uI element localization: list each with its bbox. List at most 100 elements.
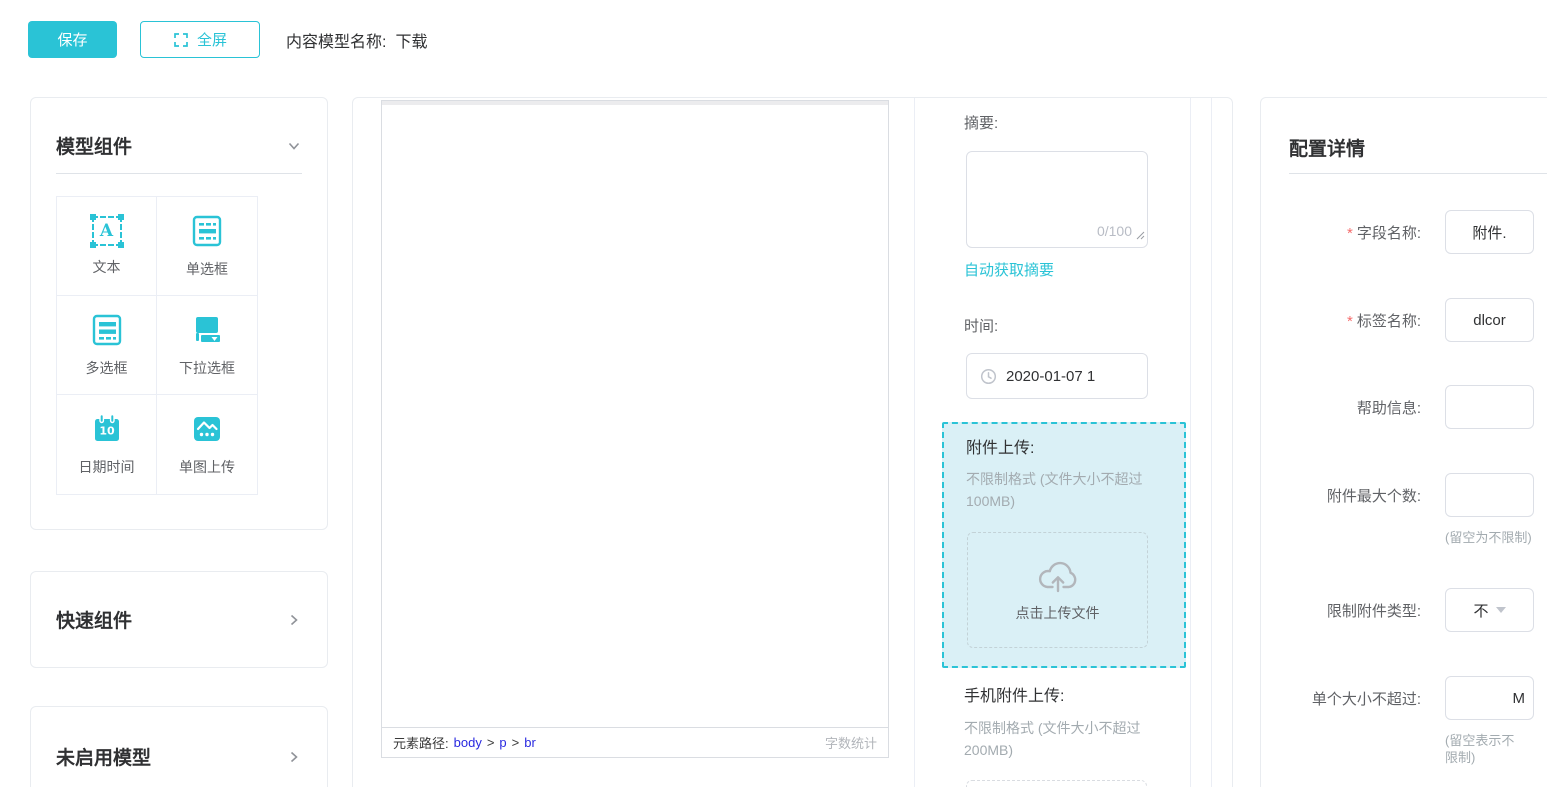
word-count-button[interactable]: 字数统计 xyxy=(825,733,877,752)
clock-icon xyxy=(980,368,997,384)
divider xyxy=(914,98,915,787)
upload-button-text: 点击上传文件 xyxy=(1015,604,1100,621)
attachment-upload-hint: 不限制格式 (文件大小不超过100MB) xyxy=(966,471,1143,509)
model-canvas-panel: 元素路径: body > p > br 字数统计 摘要: 0/100 自动获取摘 xyxy=(352,97,1233,787)
field-name-input[interactable] xyxy=(1445,210,1534,254)
disabled-models-panel[interactable]: 未启用模型 xyxy=(30,706,328,787)
component-item-datetime[interactable]: 10 日期时间 xyxy=(57,395,157,494)
attachment-upload-field-selected[interactable]: 附件上传: 不限制格式 (文件大小不超过100MB) 点击上传文件 xyxy=(942,422,1186,668)
chevron-right-icon[interactable] xyxy=(286,749,302,765)
component-item-checkbox[interactable]: 多选框 xyxy=(57,296,157,395)
disabled-models-title: 未启用模型 xyxy=(56,748,152,769)
tag-name-input[interactable] xyxy=(1445,298,1534,342)
quick-components-panel[interactable]: 快速组件 xyxy=(30,571,328,668)
fullscreen-button[interactable]: 全屏 xyxy=(140,21,260,58)
divider xyxy=(1289,173,1547,174)
summary-field: 0/100 xyxy=(966,151,1148,248)
fullscreen-icon xyxy=(173,32,189,48)
max-attachments-input[interactable] xyxy=(1445,473,1534,517)
radio-group-icon xyxy=(190,214,224,248)
element-path-label: 元素路径: xyxy=(393,736,449,751)
summary-textarea[interactable] xyxy=(966,151,1148,248)
time-label: 时间: xyxy=(964,318,999,335)
path-separator: > xyxy=(511,735,520,750)
mobile-attachment-label: 手机附件上传: xyxy=(964,688,1065,705)
attachment-upload-label: 附件上传: xyxy=(966,440,1035,457)
content-model-editor-page: 保存 全屏 内容模型名称: 下载 模型组件 A 文本 单选框 多选框 下拉选框 … xyxy=(0,0,1547,787)
path-separator: > xyxy=(486,735,495,750)
component-label: 日期时间 xyxy=(78,459,135,475)
text-icon: A xyxy=(89,213,124,248)
model-name: 内容模型名称: 下载 xyxy=(286,28,427,52)
model-name-label: 内容模型名称: xyxy=(286,33,387,51)
attachment-type-select[interactable]: 不 xyxy=(1445,588,1534,632)
mobile-attachment-hint: 不限制格式 (文件大小不超过200MB) xyxy=(964,720,1141,758)
config-row-tag-name: * 标签名称: xyxy=(1261,298,1534,342)
rich-text-editor: 元素路径: body > p > br 字数统计 xyxy=(381,100,889,758)
model-components-title: 模型组件 xyxy=(56,137,133,158)
element-path-body-link[interactable]: body xyxy=(454,735,482,750)
chevron-right-icon[interactable] xyxy=(286,612,302,628)
editor-status-bar: 元素路径: body > p > br 字数统计 xyxy=(382,727,888,757)
field-name-label: * 字段名称: xyxy=(1346,224,1421,242)
model-components-header[interactable]: 模型组件 xyxy=(56,132,302,159)
component-label: 文本 xyxy=(92,258,121,275)
component-item-dropdown[interactable]: 下拉选框 xyxy=(157,296,257,395)
max-attachments-label: 附件最大个数: xyxy=(1326,487,1421,505)
model-name-value: 下载 xyxy=(395,33,428,51)
max-size-input[interactable] xyxy=(1445,676,1534,720)
image-upload-icon xyxy=(190,412,224,446)
component-grid: A 文本 单选框 多选框 下拉选框 10 日期时间 单图上传 xyxy=(56,196,258,495)
config-row-max-attachments: 附件最大个数: xyxy=(1261,473,1534,517)
component-item-radio[interactable]: 单选框 xyxy=(157,197,257,296)
element-path-p-link[interactable]: p xyxy=(499,735,506,750)
divider xyxy=(1190,98,1191,787)
config-title: 配置详情 xyxy=(1289,139,1366,160)
config-row-attachment-type: 限制附件类型: 不 xyxy=(1261,588,1534,632)
attachment-type-label: 限制附件类型: xyxy=(1326,602,1421,620)
toolbar: 保存 全屏 内容模型名称: 下载 xyxy=(28,21,427,58)
config-row-field-name: * 字段名称: xyxy=(1261,210,1534,254)
quick-components-title: 快速组件 xyxy=(56,611,133,632)
tag-name-label: * 标签名称: xyxy=(1346,312,1421,330)
component-item-image-upload[interactable]: 单图上传 xyxy=(157,395,257,494)
config-row-max-size: 单个大小不超过: xyxy=(1261,676,1534,720)
editor-content-area[interactable] xyxy=(382,105,888,727)
component-label: 多选框 xyxy=(85,359,128,376)
max-size-hint: (留空表示不限制) xyxy=(1445,733,1515,765)
auto-summary-link[interactable]: 自动获取摘要 xyxy=(964,259,1054,280)
help-info-label: 帮助信息: xyxy=(1356,399,1421,417)
checkbox-group-icon xyxy=(90,313,124,347)
dropdown-select-icon xyxy=(190,313,224,347)
time-value: 2020-01-07 1 xyxy=(1006,367,1096,385)
max-attachments-hint: (留空为不限制) xyxy=(1445,530,1532,545)
divider xyxy=(56,173,302,174)
component-label: 单图上传 xyxy=(179,459,235,475)
component-item-text[interactable]: A 文本 xyxy=(57,197,157,296)
config-row-help-info: 帮助信息: xyxy=(1261,385,1534,429)
resize-handle-icon[interactable] xyxy=(1136,227,1145,245)
fullscreen-label: 全屏 xyxy=(196,32,227,49)
help-info-input[interactable] xyxy=(1445,385,1534,429)
attachment-type-value: 不 xyxy=(1473,602,1489,620)
divider xyxy=(1211,98,1212,787)
caret-down-icon xyxy=(1495,607,1506,613)
element-path: 元素路径: body > p > br xyxy=(393,733,536,752)
model-components-panel: 模型组件 A 文本 单选框 多选框 下拉选框 10 日期时间 单图上传 xyxy=(30,97,328,530)
save-button[interactable]: 保存 xyxy=(28,21,117,58)
component-label: 下拉选框 xyxy=(179,359,235,376)
required-marker: * xyxy=(1346,224,1353,242)
svg-text:10: 10 xyxy=(99,425,115,438)
datetime-icon: 10 xyxy=(90,412,124,446)
component-label: 单选框 xyxy=(186,260,228,277)
upload-dropzone[interactable]: 点击上传文件 xyxy=(967,532,1148,648)
config-detail-panel: 配置详情 *字段名称: *标签名称: 帮助信息: 附件最大个数: (留空为不限制… xyxy=(1260,97,1547,787)
cloud-upload-icon xyxy=(1038,561,1076,592)
mobile-upload-dropzone[interactable] xyxy=(966,780,1147,787)
time-picker-input[interactable]: 2020-01-07 1 xyxy=(966,353,1148,399)
element-path-br-link[interactable]: br xyxy=(524,735,536,750)
summary-label: 摘要: xyxy=(964,115,999,132)
chevron-down-icon[interactable] xyxy=(286,138,302,154)
required-marker: * xyxy=(1346,312,1353,330)
max-size-label: 单个大小不超过: xyxy=(1311,690,1421,708)
